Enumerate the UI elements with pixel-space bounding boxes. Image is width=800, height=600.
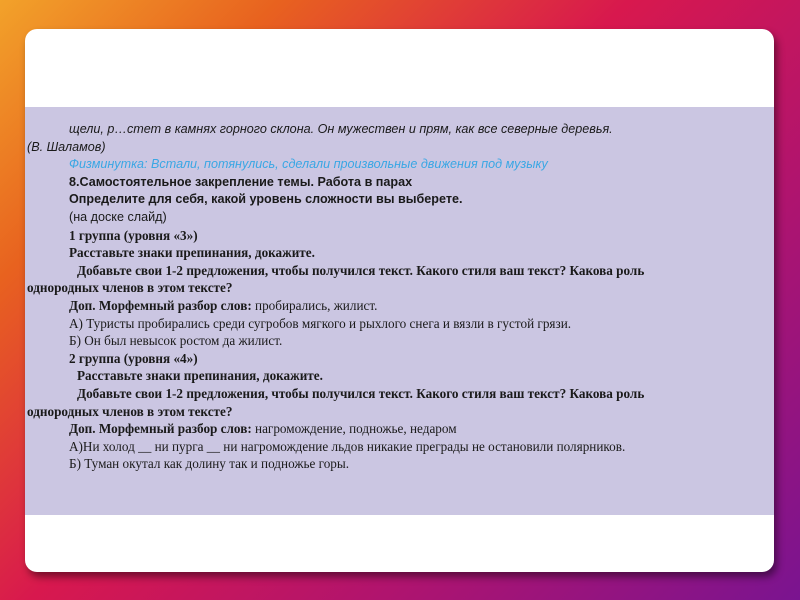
morphemic-line: Доп. Морфемный разбор слов: нагромождени… <box>27 420 769 438</box>
group-heading: 1 группа (уровня «3») <box>69 227 198 243</box>
group-heading: 2 группа (уровня «4») <box>69 350 198 366</box>
morphemic-words: пробирались, жилист. <box>251 297 378 313</box>
morphemic-label: Доп. Морфемный разбор слов: <box>69 421 252 437</box>
text-line: щели, р…стет в камнях горного склона. Он… <box>69 122 613 136</box>
sentence-line: А)Ни холод __ ни пурга __ ни нагроможден… <box>69 438 626 454</box>
section-heading: 8.Самостоятельное закрепление темы. Рабо… <box>69 174 413 189</box>
task-line: однородных членов в этом тексте? <box>27 280 233 296</box>
morphemic-words: нагромождение, подножье, недаром <box>251 421 457 437</box>
task-line: Добавьте свои 1-2 предложения, чтобы пол… <box>77 385 645 401</box>
task-line: однородных членов в этом тексте? <box>27 403 233 419</box>
sentence-line: Б) Он был невысок ростом да жилист. <box>69 333 283 349</box>
morphemic-label: Доп. Морфемный разбор слов: <box>69 297 252 313</box>
slide: щели, р…стет в камнях горного склона. Он… <box>25 29 774 572</box>
task-line: Расставьте знаки препинания, докажите. <box>69 245 315 261</box>
morphemic-line: Доп. Морфемный разбор слов: пробирались,… <box>27 297 769 315</box>
text-line: Определите для себя, какой уровень сложн… <box>69 192 463 207</box>
sentence-line: Б) Туман окутал как долину так и подножь… <box>69 456 350 472</box>
slide-text: щели, р…стет в камнях горного склона. Он… <box>27 121 769 473</box>
sentence-line: А) Туристы пробирались среди сугробов мя… <box>69 315 572 331</box>
task-line: Добавьте свои 1-2 предложения, чтобы пол… <box>77 262 645 278</box>
task-line: Расставьте знаки препинания, докажите. <box>77 368 323 384</box>
fizminutka-line: Физминутка: Встали, потянулись, сделали … <box>69 157 548 172</box>
text-line: (В. Шаламов) <box>27 139 106 154</box>
text-line: (на доске слайд) <box>69 209 167 224</box>
